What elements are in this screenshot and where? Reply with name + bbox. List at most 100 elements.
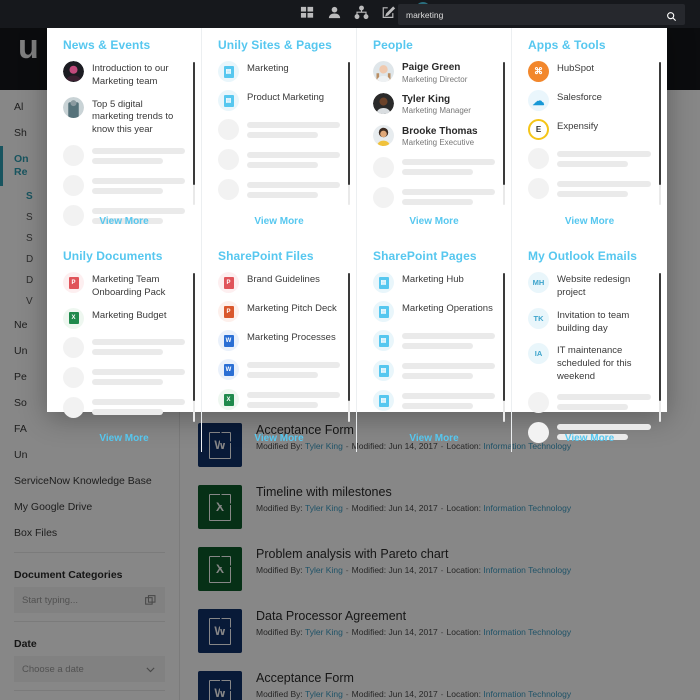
placeholder-avatar — [63, 175, 84, 197]
panel-column-sharepoint-pages: SharePoint Pages ▤ Marketing Hub ▤ Marketing… — [357, 235, 512, 452]
panel-entry-label: Introduction to our Marketing team — [92, 63, 169, 87]
panel-entry-label: Salesforce — [557, 92, 602, 103]
panel-entry-label: Product Marketing — [247, 92, 325, 103]
person-name: Paige Green — [402, 62, 461, 73]
panel-entry[interactable]: ☁ Salesforce — [528, 90, 651, 111]
expensify-icon: E — [528, 119, 549, 140]
apps-grid-icon[interactable] — [300, 5, 315, 20]
view-more-link[interactable]: View More — [512, 433, 667, 444]
panel-entry[interactable]: Brooke Thomas Marketing Executive — [373, 124, 495, 149]
panel-entry[interactable]: ▤ Marketing Operations — [373, 301, 495, 323]
panel-entry-label: Expensify — [557, 121, 599, 132]
panel-column-title: Unily Sites & Pages — [218, 38, 332, 52]
panel-column-scrollbar[interactable] — [502, 273, 505, 422]
pdf-icon: P — [63, 272, 84, 294]
photo-teal-avatar — [63, 96, 84, 118]
pdf-icon: P — [218, 272, 239, 294]
panel-entry[interactable]: E Expensify — [528, 119, 651, 140]
panel-column-scrollbar[interactable] — [658, 62, 661, 206]
placeholder-avatar — [63, 366, 84, 388]
panel-entry[interactable]: ⌘ HubSpot — [528, 61, 651, 82]
global-topbar: 3 marketing — [0, 0, 700, 28]
photo-person-1-avatar — [373, 61, 394, 82]
panel-entry[interactable]: Tyler King Marketing Manager — [373, 92, 495, 117]
panel-column-scrollbar[interactable] — [658, 273, 661, 422]
word-icon: W — [218, 359, 239, 381]
panel-entry-label: Invitation to team building day — [557, 309, 630, 334]
panel-entry[interactable]: ▤ Marketing — [218, 61, 340, 82]
view-more-link[interactable]: View More — [202, 216, 356, 227]
panel-column-scrollbar[interactable] — [347, 273, 350, 422]
panel-entry[interactable]: P Marketing Team Onboarding Pack — [63, 272, 185, 300]
panel-column-scrollbar[interactable] — [347, 62, 350, 206]
view-more-link[interactable]: View More — [357, 216, 511, 227]
panel-column-scrollbar[interactable] — [192, 62, 195, 206]
panel-entry[interactable]: TK Invitation to team building day — [528, 307, 651, 336]
placeholder-avatar — [373, 186, 394, 208]
view-more-link[interactable]: View More — [357, 433, 511, 444]
panel-skeleton-row — [373, 156, 495, 178]
panel-skeleton-row — [528, 178, 651, 199]
panel-entry[interactable]: Top 5 digital marketing trends to know t… — [63, 96, 185, 137]
panel-column-title: SharePoint Files — [218, 249, 314, 264]
panel-entry-label: Top 5 digital marketing trends to know t… — [92, 98, 174, 136]
panel-entry-label: Marketing Operations — [402, 303, 493, 315]
panel-skeleton-row — [528, 148, 651, 169]
panel-entry[interactable]: P Brand Guidelines — [218, 272, 340, 294]
search-icon[interactable] — [666, 9, 677, 22]
photo-person-3-avatar — [373, 124, 394, 146]
excel-icon: X — [63, 307, 84, 329]
placeholder-avatar — [528, 391, 549, 413]
page-icon: ▤ — [218, 90, 239, 111]
panel-column-scrollbar[interactable] — [192, 273, 195, 422]
compose-icon[interactable] — [381, 5, 396, 20]
panel-column-title: Apps & Tools — [528, 38, 606, 52]
hubspot-icon: ⌘ — [528, 61, 549, 82]
placeholder-avatar — [218, 179, 239, 200]
person-role: Marketing Director — [402, 74, 468, 84]
global-search-box[interactable]: marketing — [398, 4, 685, 25]
page-icon: ▤ — [218, 61, 239, 82]
panel-entry[interactable]: Paige Green Marketing Director — [373, 61, 495, 85]
view-more-link[interactable]: View More — [512, 216, 667, 227]
panel-entry[interactable]: W Marketing Processes — [218, 330, 340, 352]
view-more-link[interactable]: View More — [47, 216, 201, 227]
panel-skeleton-row: ▤ — [373, 390, 495, 412]
panel-entry[interactable]: IA IT maintenance scheduled for this week… — [528, 343, 651, 383]
panel-skeleton-row: ▤ — [373, 330, 495, 352]
panel-entry[interactable]: P Marketing Pitch Deck — [218, 301, 340, 323]
panel-column-sharepoint-files: SharePoint Files P Brand Guidelines P Market… — [202, 235, 357, 452]
search-suggestions-panel: News & Events Introduction to our Marketi… — [47, 22, 667, 452]
placeholder-avatar — [528, 148, 549, 169]
person-role: Marketing Manager — [402, 106, 471, 116]
panel-entry-label: Marketing Team Onboarding Pack — [92, 274, 166, 298]
email-initials-avatar: IA — [528, 343, 549, 365]
panel-column-title: SharePoint Pages — [373, 249, 477, 264]
panel-column-unily-documents: Unily Documents P Marketing Team Onboardin… — [47, 235, 202, 452]
person-icon[interactable] — [327, 5, 342, 20]
view-more-link[interactable]: View More — [47, 433, 201, 444]
org-chart-icon[interactable] — [354, 5, 369, 20]
panel-entry[interactable]: ▤ Product Marketing — [218, 90, 340, 111]
panel-entry[interactable]: MH Website redesign project — [528, 272, 651, 300]
panel-entry-label: Marketing Pitch Deck — [247, 303, 337, 315]
email-initials-avatar: MH — [528, 272, 549, 294]
panel-column-scrollbar[interactable] — [502, 62, 505, 206]
panel-entry-label: Marketing — [247, 63, 289, 74]
panel-column-news-events: News & Events Introduction to our Marketi… — [47, 24, 202, 236]
panel-skeleton-row: ▤ — [373, 360, 495, 382]
photo-person-2-avatar — [373, 92, 394, 114]
panel-skeleton-row — [63, 396, 185, 418]
panel-entry[interactable]: ▤ Marketing Hub — [373, 272, 495, 294]
panel-entry[interactable]: X Marketing Budget — [63, 307, 185, 329]
placeholder-avatar — [63, 396, 84, 418]
panel-entry[interactable]: Introduction to our Marketing team — [63, 61, 185, 89]
search-input[interactable]: marketing — [406, 10, 666, 20]
placeholder-avatar — [218, 149, 239, 170]
panel-column-unily-sites-pages: Unily Sites & Pages ▤ Marketing ▤ Product Ma… — [202, 24, 357, 236]
word-icon: W — [218, 330, 239, 352]
page-icon: ▤ — [373, 330, 394, 352]
view-more-link[interactable]: View More — [202, 433, 356, 444]
powerpoint-icon: P — [218, 301, 239, 323]
panel-entry-label: Marketing Processes — [247, 332, 336, 344]
